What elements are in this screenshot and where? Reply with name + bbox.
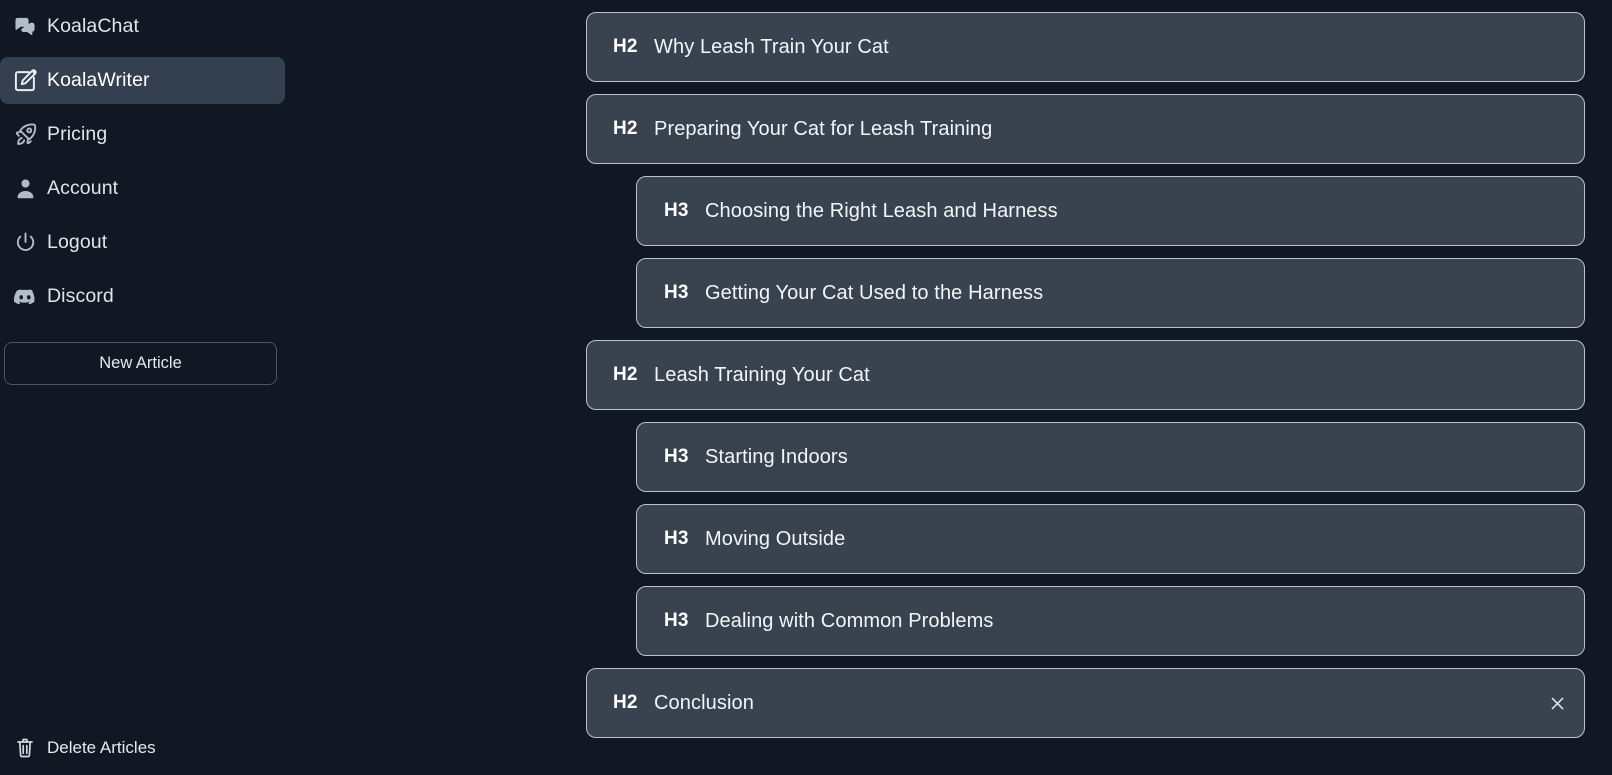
outline-heading-card[interactable]: H3 Dealing with Common Problems bbox=[636, 586, 1585, 656]
heading-level-tag: H2 bbox=[613, 118, 638, 139]
heading-level-tag: H2 bbox=[613, 692, 638, 713]
rocket-icon bbox=[3, 122, 47, 147]
power-icon bbox=[3, 230, 47, 255]
sidebar-item-koalawriter[interactable]: KoalaWriter bbox=[0, 57, 285, 104]
heading-text: Conclusion bbox=[654, 691, 754, 714]
heading-text: Getting Your Cat Used to the Harness bbox=[705, 281, 1044, 304]
outline-heading-card[interactable]: H2 Leash Training Your Cat bbox=[586, 340, 1585, 410]
heading-level-tag: H2 bbox=[613, 36, 638, 57]
heading-text: Preparing Your Cat for Leash Training bbox=[654, 117, 993, 140]
outline-heading-card[interactable]: H2 Why Leash Train Your Cat bbox=[586, 12, 1585, 82]
heading-level-tag: H3 bbox=[664, 200, 689, 221]
heading-level-tag: H3 bbox=[664, 610, 689, 631]
sidebar-nav: KoalaChat KoalaWriter Pricing Account Logout… bbox=[0, 0, 285, 327]
new-article-button[interactable]: New Article bbox=[4, 342, 277, 385]
delete-articles-button[interactable]: Delete Articles bbox=[0, 721, 285, 775]
outline-heading-card[interactable]: H3 Moving Outside bbox=[636, 504, 1585, 574]
discord-icon bbox=[3, 284, 47, 310]
pencil-square-icon bbox=[3, 68, 47, 94]
heading-text: Starting Indoors bbox=[705, 445, 848, 468]
outline-heading-card[interactable]: H2 Preparing Your Cat for Leash Training bbox=[586, 94, 1585, 164]
heading-level-tag: H3 bbox=[664, 282, 689, 303]
heading-text: Dealing with Common Problems bbox=[705, 609, 994, 632]
sidebar: KoalaChat KoalaWriter Pricing Account Logout… bbox=[0, 0, 285, 775]
user-icon bbox=[3, 176, 47, 201]
sidebar-item-label: Pricing bbox=[47, 123, 108, 145]
heading-text: Why Leash Train Your Cat bbox=[654, 35, 889, 58]
heading-text: Choosing the Right Leash and Harness bbox=[705, 199, 1058, 222]
new-article-container: New Article bbox=[0, 327, 285, 385]
heading-level-tag: H3 bbox=[664, 446, 689, 467]
outline-heading-card[interactable]: H3 Starting Indoors bbox=[636, 422, 1585, 492]
outline-list: H2 Why Leash Train Your Cat H2 Preparing Yo… bbox=[586, 12, 1585, 750]
close-icon[interactable] bbox=[1530, 669, 1584, 737]
heading-level-tag: H3 bbox=[664, 528, 689, 549]
chat-bubbles-icon bbox=[3, 14, 47, 40]
sidebar-item-label: KoalaWriter bbox=[47, 69, 150, 91]
heading-level-tag: H2 bbox=[613, 364, 638, 385]
sidebar-item-label: Discord bbox=[47, 285, 114, 307]
outline-heading-card[interactable]: H3 Choosing the Right Leash and Harness bbox=[636, 176, 1585, 246]
sidebar-item-label: Account bbox=[47, 177, 119, 199]
heading-text: Moving Outside bbox=[705, 527, 846, 550]
sidebar-item-discord[interactable]: Discord bbox=[0, 273, 285, 320]
sidebar-item-label: Logout bbox=[47, 231, 108, 253]
app-root: KoalaChat KoalaWriter Pricing Account Logout… bbox=[0, 0, 1612, 775]
heading-text: Leash Training Your Cat bbox=[654, 363, 870, 386]
outline-heading-card[interactable]: H2 Conclusion bbox=[586, 668, 1585, 738]
trash-icon bbox=[3, 737, 47, 759]
outline-heading-card[interactable]: H3 Getting Your Cat Used to the Harness bbox=[636, 258, 1585, 328]
sidebar-item-account[interactable]: Account bbox=[0, 165, 285, 212]
sidebar-item-logout[interactable]: Logout bbox=[0, 219, 285, 266]
sidebar-item-koalachat[interactable]: KoalaChat bbox=[0, 3, 285, 50]
sidebar-item-pricing[interactable]: Pricing bbox=[0, 111, 285, 158]
delete-articles-label: Delete Articles bbox=[47, 738, 156, 757]
sidebar-item-label: KoalaChat bbox=[47, 15, 139, 37]
